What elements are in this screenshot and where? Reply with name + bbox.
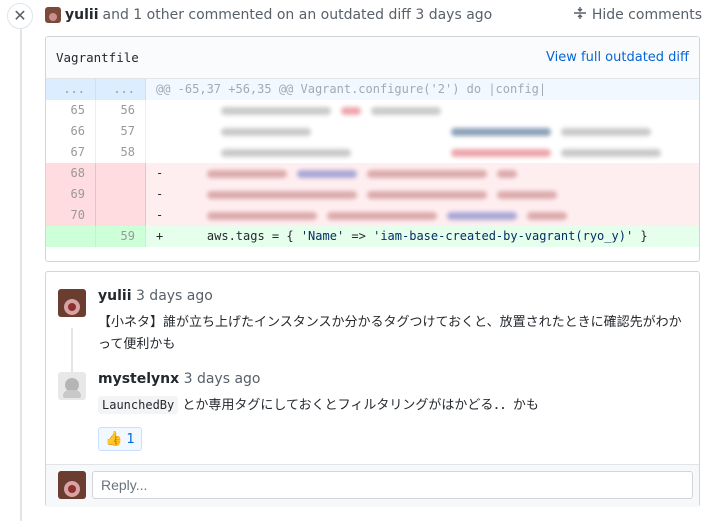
thumbs-up-icon: 👍 [105,431,123,447]
blurred-code [146,121,699,142]
new-line-number[interactable]: 56 [96,100,146,121]
old-line-number[interactable]: 67 [46,142,96,163]
diff-deleted-line: 69 - [46,184,699,205]
new-line-number[interactable]: ... [96,79,146,100]
new-line-number [96,184,146,205]
comment-time[interactable]: 3 days ago [136,288,213,304]
new-line-number [96,163,146,184]
thread-header: yulii and 1 other commented on an outdat… [45,4,702,26]
fold-icon [573,6,587,24]
hunk-header: @@ -65,37 +56,35 @@ Vagrant.configure('2… [156,82,547,96]
reply-area [46,464,699,507]
hunk-header-row: ... ... @@ -65,37 +56,35 @@ Vagrant.conf… [46,79,699,100]
file-name: Vagrantfile [56,50,139,65]
hide-comments-label: Hide comments [591,7,702,23]
comment-meta: mystelynx 3 days ago [98,371,261,387]
comment-time[interactable]: 3 days ago [184,371,261,387]
hide-comments-button[interactable]: Hide comments [573,6,702,24]
reply-input[interactable] [92,471,693,499]
comment-thread: yulii 3 days ago 【小ネタ】誰が立ち上げたインスタンスか分かるタ… [45,271,700,507]
new-line-number[interactable]: 58 [96,142,146,163]
diff-added-line: 59 + aws.tags = { 'Name' => 'iam-base-cr… [46,226,699,247]
diff-context-line: 65 56 [46,100,699,121]
timeline-line [20,26,22,521]
blurred-code: - [146,163,699,184]
diff-deleted-line: 70 - [46,205,699,226]
blurred-code [146,142,699,163]
avatar[interactable] [58,471,86,499]
old-line-number[interactable]: 70 [46,205,96,226]
header-author[interactable]: yulii [65,7,99,23]
comment-meta: yulii 3 days ago [98,288,213,304]
blurred-code [146,100,699,121]
new-line-number[interactable]: 57 [96,121,146,142]
comment-body: 【小ネタ】誰が立ち上げたインスタンスか分かるタグつけておくと、放置されたときに確… [98,315,682,352]
old-line-number[interactable]: 65 [46,100,96,121]
comment-body: LaunchedBy とか専用タグにしておくとフィルタリングがはかどる．．かも [98,394,693,417]
file-header: Vagrantfile View full outdated diff [46,37,699,79]
reaction-count: 1 [126,431,135,447]
thread-line [71,328,73,372]
new-line-number[interactable]: 59 [96,226,146,247]
old-line-number[interactable]: ... [46,79,96,100]
avatar[interactable] [58,372,86,400]
diff-context-line: 67 58 [46,142,699,163]
added-code: + aws.tags = { 'Name' => 'iam-base-creat… [156,229,648,243]
comment-author[interactable]: yulii [98,288,132,304]
old-line-number[interactable]: 69 [46,184,96,205]
diff-deleted-line: 68 - [46,163,699,184]
new-line-number [96,205,146,226]
old-line-number [46,226,96,247]
blurred-code: - [146,205,699,226]
avatar[interactable] [45,7,61,23]
thumbs-up-reaction-button[interactable]: 👍 1 [98,427,142,451]
old-line-number[interactable]: 68 [46,163,96,184]
inline-code: LaunchedBy [98,396,179,414]
diff-file: Vagrantfile View full outdated diff ... … [45,36,700,262]
header-summary: and 1 other commented on an outdated dif… [102,7,493,23]
old-line-number[interactable]: 66 [46,121,96,142]
blurred-code: - [146,184,699,205]
avatar[interactable] [58,289,86,317]
comment-author[interactable]: mystelynx [98,371,179,387]
view-full-diff-link[interactable]: View full outdated diff [546,50,689,65]
diff-context-line: 66 57 [46,121,699,142]
close-icon[interactable]: ✕ [7,3,33,29]
